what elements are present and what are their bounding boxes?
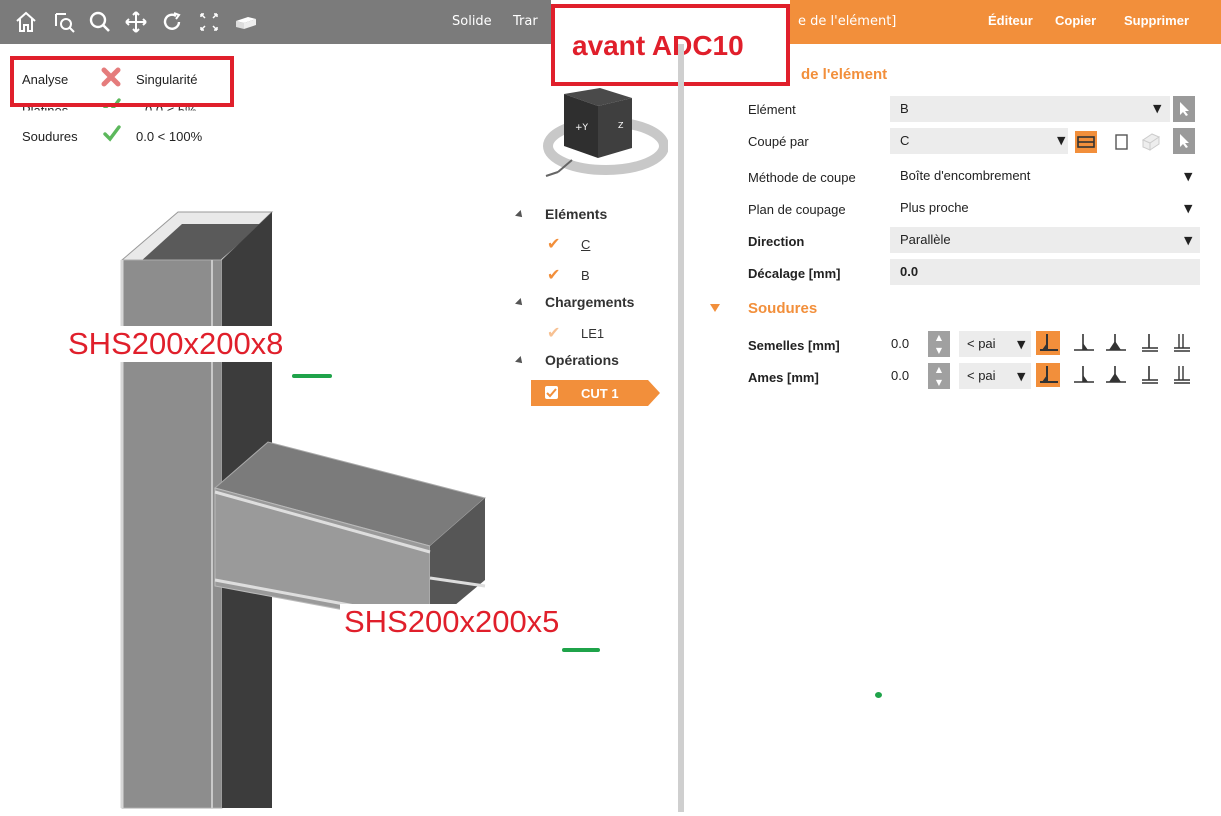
checkbox-icon[interactable]: ✔: [547, 323, 560, 342]
tree-operations-header[interactable]: Opérations: [545, 352, 619, 368]
offset-input[interactable]: 0.0: [890, 259, 1200, 285]
weld-butt-icon[interactable]: [1138, 331, 1162, 355]
dropdown-arrow-icon: ▼: [1184, 202, 1193, 215]
weld-fillet-double-icon[interactable]: [1104, 363, 1128, 387]
direction-label: Direction: [748, 234, 805, 249]
cut-mode-disabled-icon: [1140, 132, 1162, 152]
panel-splitter[interactable]: [678, 44, 684, 812]
transparent-mode-button[interactable]: Trar: [513, 14, 538, 29]
delete-link[interactable]: Supprimer: [1124, 13, 1189, 28]
zoom-window-icon[interactable]: [50, 8, 78, 36]
column-profile-annotation: SHS200x200x8: [62, 326, 290, 362]
flanges-weld-stepper[interactable]: ▲ ▼: [928, 331, 950, 357]
copy-link[interactable]: Copier: [1055, 13, 1096, 28]
weld-fillet-one-side-icon[interactable]: [1072, 331, 1096, 355]
properties-header: e de l'elément] Éditeur Copier Supprimer: [790, 0, 1221, 44]
dropdown-arrow-icon: ▼: [1017, 370, 1026, 383]
dropdown-arrow-icon: ▼: [1017, 338, 1026, 351]
viewport-toolbar: Solide Trar: [0, 0, 551, 44]
offset-label: Décalage [mm]: [748, 266, 841, 281]
tree-element-item[interactable]: C: [581, 237, 590, 252]
weld-none-icon[interactable]: [1170, 331, 1194, 355]
direction-select[interactable]: Parallèle: [890, 227, 1200, 253]
cut-method-label: Méthode de coupe: [748, 170, 856, 185]
cut-mode-bounding-icon[interactable]: [1114, 133, 1130, 151]
element-label: Elément: [748, 102, 796, 117]
view-cube[interactable]: +Y Z: [538, 88, 669, 184]
flanges-weld-label: Semelles [mm]: [748, 338, 840, 353]
soudures-value: 0.0 < 100%: [136, 129, 203, 144]
weld-fillet-single-icon[interactable]: [1036, 363, 1060, 387]
dropdown-arrow-icon: ▼: [1184, 170, 1193, 183]
pan-icon[interactable]: [122, 8, 150, 36]
soudures-label: Soudures: [22, 129, 78, 144]
solid-mode-button[interactable]: Solide: [452, 14, 492, 29]
weld-butt-icon[interactable]: [1138, 363, 1162, 387]
checkbox-icon[interactable]: ✔: [547, 265, 560, 284]
cut-method-select[interactable]: Boîte d'encombrement: [890, 163, 1200, 189]
cut-by-select[interactable]: C: [890, 128, 1068, 154]
checkbox-icon[interactable]: [545, 386, 558, 399]
weld-fillet-single-icon[interactable]: [1036, 331, 1060, 355]
pick-pointer-icon[interactable]: [1173, 128, 1195, 154]
model-viewport[interactable]: [0, 180, 680, 812]
collapse-arrow-icon[interactable]: [710, 304, 720, 312]
svg-text:Z: Z: [618, 121, 624, 130]
welds-section-title[interactable]: Soudures: [748, 300, 817, 317]
home-icon[interactable]: [12, 8, 40, 36]
dropdown-arrow-icon: ▼: [1057, 134, 1066, 147]
cut-mode-surface-icon[interactable]: [1075, 131, 1097, 153]
dropdown-arrow-icon: ▼: [1184, 234, 1193, 247]
properties-header-title: e de l'elément]: [798, 14, 897, 29]
editor-link[interactable]: Éditeur: [988, 13, 1033, 28]
cut-plane-label: Plan de coupage: [748, 202, 846, 217]
beam-profile-annotation: SHS200x200x5: [340, 604, 564, 640]
element-select[interactable]: B: [890, 96, 1170, 122]
check-icon: [102, 123, 122, 143]
weld-none-icon[interactable]: [1170, 363, 1194, 387]
zoom-extents-icon[interactable]: [195, 8, 223, 36]
tree-load-item[interactable]: LE1: [581, 326, 604, 341]
webs-weld-input[interactable]: 0.0: [891, 368, 909, 383]
rotate-icon[interactable]: [158, 8, 186, 36]
element-section-title: de l'elément: [801, 66, 888, 83]
green-marker: [562, 648, 600, 652]
green-marker: [292, 374, 332, 378]
annotation-adc-label: avant ADC10: [572, 30, 744, 61]
webs-weld-stepper[interactable]: ▲ ▼: [928, 363, 950, 389]
flanges-weld-input[interactable]: 0.0: [891, 336, 909, 351]
dropdown-arrow-icon: ▼: [1153, 102, 1162, 115]
solid-view-icon[interactable]: [232, 8, 260, 36]
tree-elements-header[interactable]: Eléments: [545, 206, 607, 222]
tree-operation-item[interactable]: CUT 1: [581, 386, 619, 401]
checkbox-icon[interactable]: ✔: [547, 234, 560, 253]
cut-plane-select[interactable]: Plus proche: [890, 195, 1200, 221]
tree-loads-header[interactable]: Chargements: [545, 294, 634, 310]
pick-pointer-icon[interactable]: [1173, 96, 1195, 122]
tree-element-item[interactable]: B: [581, 268, 590, 283]
webs-weld-label: Ames [mm]: [748, 370, 819, 385]
steel-connection-model: [120, 211, 487, 809]
selection-arrow: [648, 380, 660, 406]
weld-fillet-one-side-icon[interactable]: [1072, 363, 1096, 387]
search-icon[interactable]: [86, 8, 114, 36]
cut-by-label: Coupé par: [748, 134, 809, 149]
weld-fillet-double-icon[interactable]: [1104, 331, 1128, 355]
annotation-box-singularity: [10, 56, 234, 107]
green-dot: [875, 692, 882, 698]
svg-text:+Y: +Y: [575, 123, 589, 133]
